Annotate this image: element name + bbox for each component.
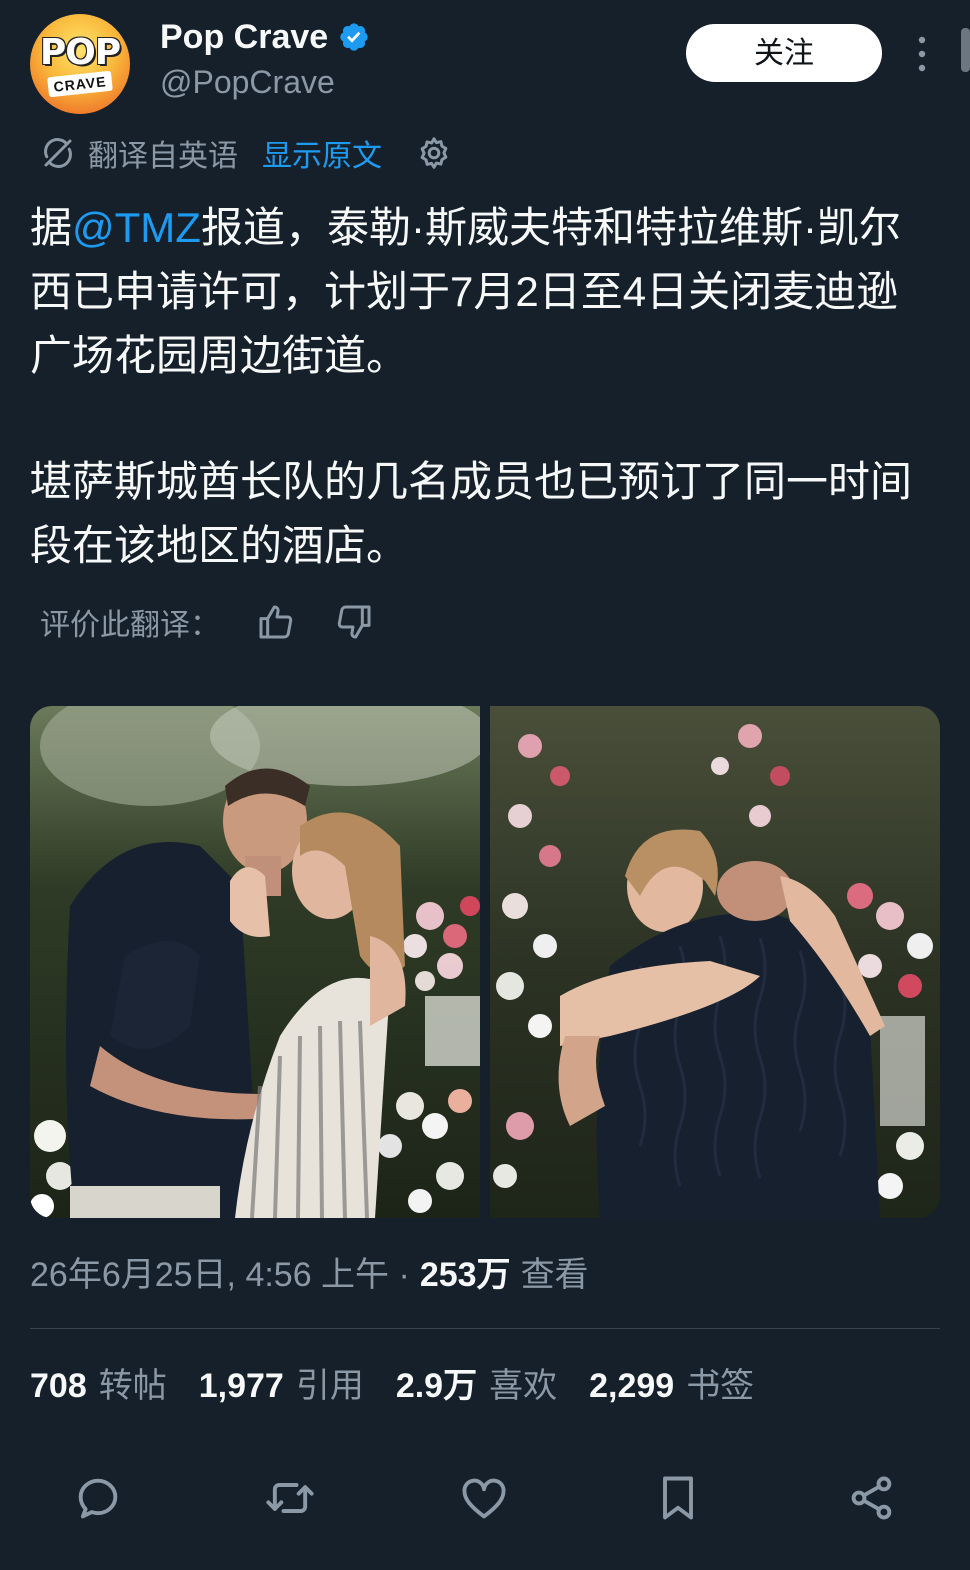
reply-button[interactable] xyxy=(72,1472,124,1524)
reply-icon xyxy=(78,1478,118,1519)
tweet-meta: 26年6月25日, 4:56 上午 · 253万 查看 xyxy=(30,1250,589,1300)
tweet-datetime[interactable]: 26年6月25日, 4:56 上午 · xyxy=(30,1250,410,1300)
bookmark-icon xyxy=(663,1476,693,1520)
engagement-stats: 708 转帖 1,977 引用 2.9万 喜欢 2,299 书签 xyxy=(30,1360,786,1412)
stat-quotes-count: 1,977 xyxy=(198,1367,284,1405)
share-icon xyxy=(851,1476,892,1520)
thumbs-up-icon[interactable] xyxy=(256,602,296,642)
translation-bar: 翻译自英语 显示原文 xyxy=(40,130,452,176)
stat-likes-count: 2.9万 xyxy=(395,1367,478,1405)
mention-link[interactable]: @TMZ xyxy=(72,204,201,251)
tweet-photo-1[interactable] xyxy=(30,706,480,1218)
stat-bookmarks-count: 2,299 xyxy=(589,1367,675,1405)
user-handle[interactable]: @PopCrave xyxy=(160,60,335,104)
tweet-prefix: 据 xyxy=(30,204,73,251)
share-button[interactable] xyxy=(846,1472,898,1524)
translated-from-label: 翻译自英语 xyxy=(88,140,238,173)
bookmark-button[interactable] xyxy=(652,1472,704,1524)
divider xyxy=(30,1328,940,1329)
views-label: 查看 xyxy=(520,1256,589,1294)
thumbs-down-icon[interactable] xyxy=(334,602,374,642)
stat-likes-label: 喜欢 xyxy=(489,1367,558,1405)
stat-bookmarks-label: 书签 xyxy=(686,1367,755,1405)
verified-badge-icon xyxy=(340,23,368,51)
display-name-row[interactable]: Pop Crave xyxy=(160,14,370,60)
stat-reposts-count: 708 xyxy=(30,1367,87,1405)
stat-quotes-label: 引用 xyxy=(295,1367,364,1405)
translate-icon xyxy=(44,138,72,168)
show-original-link[interactable]: 显示原文 xyxy=(262,131,382,175)
scrollbar[interactable] xyxy=(961,28,970,72)
stat-reposts[interactable]: 708 转帖 xyxy=(30,1360,167,1412)
views-count: 253万 xyxy=(419,1256,511,1294)
repost-icon xyxy=(266,1483,314,1513)
stat-reposts-label: 转帖 xyxy=(98,1367,167,1405)
stat-quotes[interactable]: 1,977 引用 xyxy=(199,1360,364,1412)
tweet-paragraph-2: 堪萨斯城酋长队的几名成员也已预订了同一时间段在该地区的酒店。 xyxy=(30,458,913,569)
tweet-photo-2[interactable] xyxy=(490,706,940,1218)
tweet-text: 据@TMZ报道，泰勒·斯威夫特和特拉维斯·凯尔西已申请许可，计划于7月2日至4日… xyxy=(30,196,940,578)
follow-button[interactable]: 关注 xyxy=(686,24,882,82)
heart-icon xyxy=(462,1478,506,1519)
stat-bookmarks[interactable]: 2,299 书签 xyxy=(589,1360,754,1412)
rate-translation: 评价此翻译： xyxy=(40,600,374,644)
gear-icon[interactable] xyxy=(416,135,452,171)
repost-button[interactable] xyxy=(264,1472,316,1524)
tweet-paragraph-1: 据@TMZ报道，泰勒·斯威夫特和特拉维斯·凯尔西已申请许可，计划于7月2日至4日… xyxy=(30,196,940,388)
avatar[interactable]: POP CRAVE xyxy=(30,14,130,114)
avatar-logo-text-top: POP xyxy=(39,32,121,73)
avatar-logo-text-bottom: CRAVE xyxy=(47,70,113,98)
rate-translation-label: 评价此翻译： xyxy=(40,609,220,642)
stat-likes[interactable]: 2.9万 喜欢 xyxy=(396,1360,557,1412)
like-button[interactable] xyxy=(458,1472,510,1524)
display-name[interactable]: Pop Crave xyxy=(160,14,328,60)
more-vertical-icon[interactable] xyxy=(912,34,932,74)
